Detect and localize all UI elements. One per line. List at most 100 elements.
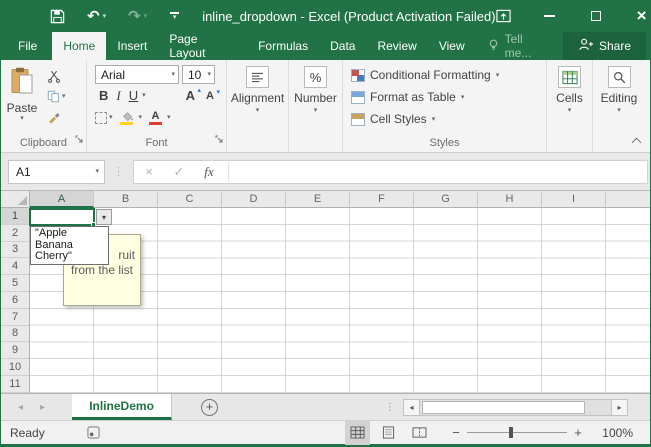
conditional-formatting-button[interactable]: Conditional Formatting ▾ (351, 64, 546, 86)
copy-dropdown-icon[interactable]: ▾ (62, 93, 66, 100)
row-header-3[interactable]: 3 (1, 242, 29, 259)
page-break-view-button[interactable] (407, 421, 432, 445)
tab-view[interactable]: View (428, 32, 476, 60)
insert-function-icon[interactable]: fx (194, 164, 224, 180)
row-header-7[interactable]: 7 (1, 309, 29, 326)
dropdown-item-apple[interactable]: "Apple (31, 228, 108, 240)
redo-button[interactable]: ↷ ▾ (128, 9, 147, 24)
column-header-e[interactable]: E (286, 191, 350, 208)
bold-button[interactable]: B (95, 88, 112, 103)
row-header-11[interactable]: 11 (1, 376, 29, 393)
clipboard-dialog-launcher[interactable] (75, 130, 83, 148)
tab-file[interactable]: File (3, 32, 52, 60)
tab-home[interactable]: Home (52, 32, 106, 60)
tab-tell-me[interactable]: Tell me... (476, 32, 563, 60)
alignment-label: Alignment (231, 91, 284, 105)
zoom-in-icon[interactable]: + (571, 425, 585, 440)
row-header-2[interactable]: 2 (1, 225, 29, 242)
row-header-4[interactable]: 4 (1, 258, 29, 275)
format-as-table-dropdown-icon: ▾ (461, 94, 465, 101)
font-name-select[interactable]: Arial ▾ (95, 65, 179, 84)
formula-input[interactable] (233, 161, 647, 183)
decrease-font-size-button[interactable]: A▾ (201, 90, 220, 102)
paste-dropdown-icon[interactable]: ▾ (20, 115, 24, 122)
alignment-menu-button[interactable]: Alignment ▾ (227, 60, 288, 114)
zoom-out-icon[interactable]: − (449, 425, 463, 440)
name-box[interactable]: A1 ▾ (8, 160, 105, 184)
font-color-icon: A (149, 111, 162, 125)
previous-sheet-icon[interactable]: ◂ (18, 402, 23, 413)
minimize-button[interactable] (542, 8, 558, 24)
undo-dropdown-icon[interactable]: ▾ (103, 12, 107, 20)
editing-menu-button[interactable]: Editing ▾ (593, 60, 645, 114)
fill-color-button[interactable]: ▾ (117, 111, 143, 125)
column-header-d[interactable]: D (222, 191, 286, 208)
dropdown-item-cherry[interactable]: Cherry" (31, 251, 108, 263)
next-sheet-icon[interactable]: ▸ (40, 402, 45, 413)
tab-insert[interactable]: Insert (106, 32, 158, 60)
row-header-10[interactable]: 10 (1, 359, 29, 376)
name-box-dropdown-icon[interactable]: ▾ (95, 168, 99, 175)
zoom-slider-thumb[interactable] (509, 427, 513, 438)
column-header-g[interactable]: G (414, 191, 478, 208)
cut-button[interactable] (43, 68, 83, 83)
cells-table-icon (558, 66, 581, 88)
scroll-right-icon[interactable]: ▸ (611, 400, 627, 415)
cells-menu-button[interactable]: Cells ▾ (547, 60, 592, 114)
underline-dropdown-icon[interactable]: ▾ (142, 92, 146, 99)
column-header-i[interactable]: I (542, 191, 606, 208)
row-header-1[interactable]: 1 (1, 208, 29, 225)
collapse-ribbon-icon[interactable] (632, 136, 640, 144)
customize-quick-access-button[interactable]: ▾ (169, 12, 180, 21)
ribbon-display-options-button[interactable] (496, 8, 512, 24)
column-header-h[interactable]: H (478, 191, 542, 208)
row-header-9[interactable]: 9 (1, 342, 29, 359)
italic-button[interactable]: I (112, 88, 124, 104)
tab-review[interactable]: Review (366, 32, 427, 60)
tab-page-layout[interactable]: Page Layout (158, 32, 247, 60)
sheet-tab-inlinedemo[interactable]: InlineDemo (72, 394, 172, 420)
page-layout-view-button[interactable] (376, 421, 401, 445)
horizontal-scrollbar[interactable]: ◂ ▸ (403, 399, 628, 416)
tab-data[interactable]: Data (319, 32, 366, 60)
macro-record-icon[interactable] (87, 426, 100, 439)
maximize-button[interactable] (588, 8, 604, 24)
scroll-left-icon[interactable]: ◂ (404, 400, 420, 415)
column-header-a[interactable]: A (30, 191, 94, 208)
redo-dropdown-icon[interactable]: ▾ (144, 12, 148, 20)
increase-font-size-button[interactable]: A▴ (181, 88, 201, 103)
cell-styles-button[interactable]: Cell Styles ▾ (351, 108, 546, 130)
cell-dropdown-button[interactable]: ▾ (96, 209, 112, 225)
font-size-select[interactable]: 10 ▾ (182, 65, 215, 84)
normal-view-button[interactable] (345, 421, 370, 445)
column-header-b[interactable]: B (94, 191, 158, 208)
row-header-5[interactable]: 5 (1, 275, 29, 292)
undo-button[interactable]: ↶ ▾ (87, 9, 106, 24)
save-icon[interactable] (49, 8, 65, 24)
tab-formulas[interactable]: Formulas (247, 32, 319, 60)
copy-button[interactable]: ▾ (43, 89, 83, 104)
editing-dropdown-icon: ▾ (617, 107, 621, 114)
number-menu-button[interactable]: % Number ▾ (289, 60, 342, 114)
cancel-icon[interactable]: × (134, 164, 164, 179)
borders-button[interactable]: ▾ (95, 112, 113, 124)
column-header-c[interactable]: C (158, 191, 222, 208)
cell-a1-selection-border[interactable] (29, 208, 95, 226)
normal-view-icon (350, 426, 365, 439)
select-all-button[interactable] (1, 191, 30, 208)
enter-check-icon[interactable]: ✓ (164, 164, 194, 180)
column-header-f[interactable]: F (350, 191, 414, 208)
format-painter-button[interactable] (43, 110, 83, 125)
row-header-8[interactable]: 8 (1, 326, 29, 343)
zoom-percentage[interactable]: 100% (597, 426, 633, 440)
underline-button[interactable]: U (125, 88, 142, 103)
new-sheet-button[interactable]: + (201, 399, 218, 416)
row-header-6[interactable]: 6 (1, 292, 29, 309)
zoom-slider[interactable] (467, 432, 567, 433)
format-as-table-button[interactable]: Format as Table ▾ (351, 86, 546, 108)
font-color-button[interactable]: A ▾ (146, 111, 171, 125)
close-button[interactable]: × (634, 8, 650, 24)
share-button[interactable]: Share (563, 32, 646, 60)
font-dialog-launcher[interactable] (215, 130, 223, 148)
horizontal-scroll-thumb[interactable] (422, 401, 585, 414)
